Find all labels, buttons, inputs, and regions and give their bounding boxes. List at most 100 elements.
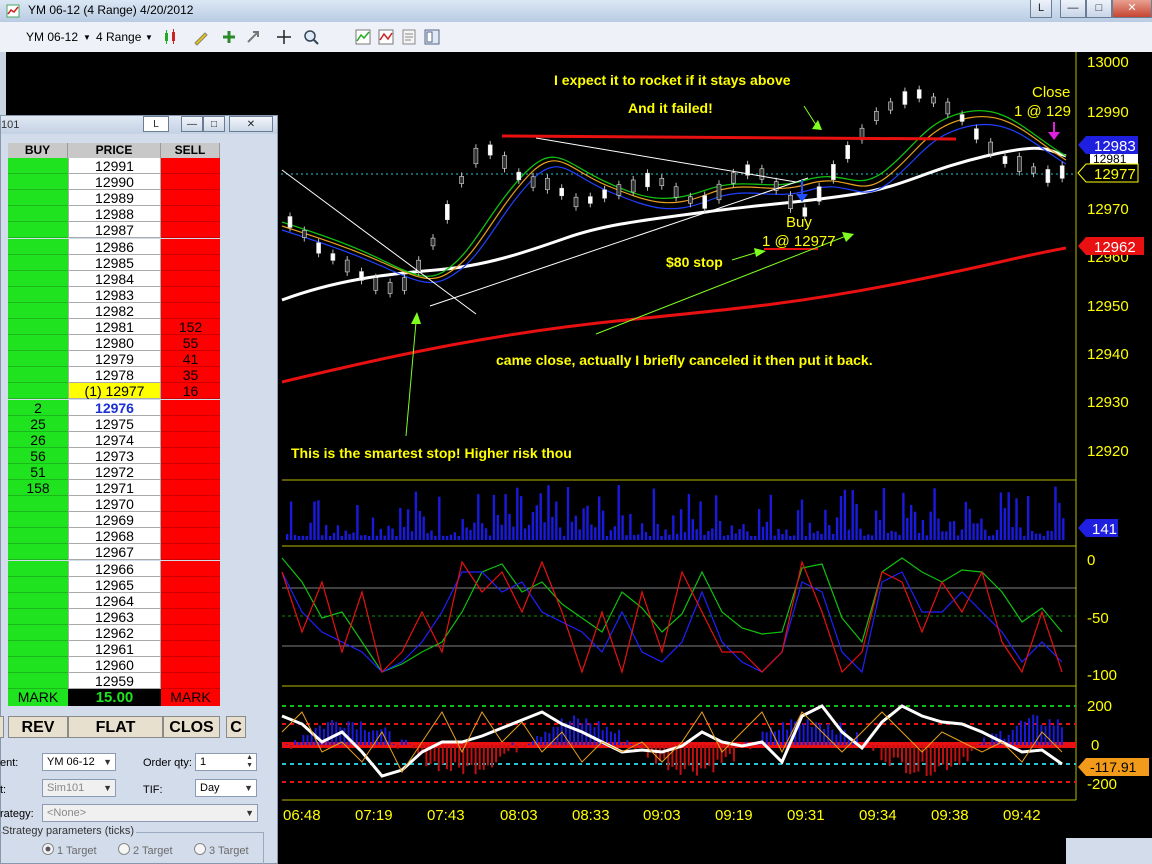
reverse-button[interactable]: REV (8, 716, 68, 738)
sell-mark-button[interactable]: MARK (161, 689, 220, 706)
sell-cell[interactable] (161, 528, 220, 545)
target-1-radio[interactable]: 1 Target (42, 843, 97, 857)
pencil-icon[interactable] (192, 28, 210, 46)
buy-cell[interactable] (8, 641, 68, 657)
tif-select[interactable]: Day ▼ (195, 779, 257, 797)
maximize-button[interactable]: □ (1086, 0, 1112, 18)
sell-cell[interactable] (161, 641, 220, 657)
sell-cell[interactable] (161, 480, 220, 496)
sell-cell[interactable] (161, 624, 220, 641)
buy-cell[interactable] (8, 222, 68, 239)
buy-cell[interactable] (8, 190, 68, 207)
account-select[interactable]: Sim101 ▼ (42, 779, 116, 797)
instrument-selector[interactable]: YM 06-12 (26, 30, 78, 44)
sell-cell[interactable] (161, 560, 220, 577)
buy-cell[interactable]: 51 (8, 463, 68, 480)
sell-cell[interactable] (161, 544, 220, 561)
sell-cell[interactable]: 35 (161, 367, 220, 384)
buy-cell[interactable] (8, 238, 68, 255)
dom-maximize-button[interactable]: □ (203, 116, 225, 132)
buy-cell[interactable] (8, 254, 68, 271)
sell-cell[interactable] (161, 608, 220, 625)
buy-cell[interactable] (8, 657, 68, 674)
dom-minimize-button[interactable]: — (181, 116, 203, 132)
buy-cell[interactable] (8, 608, 68, 625)
target-2-radio[interactable]: 2 Target (118, 843, 173, 857)
buy-cell[interactable] (8, 496, 68, 513)
minimize-button[interactable]: — (1060, 0, 1086, 18)
sell-cell[interactable] (161, 512, 220, 529)
sell-cell[interactable] (161, 415, 220, 432)
strategy-icon[interactable] (377, 28, 395, 46)
cancel-button[interactable]: C (226, 716, 246, 738)
dom-link-button[interactable]: L (143, 116, 169, 132)
instrument-dropdown-icon[interactable]: ▼ (83, 33, 91, 42)
sell-cell[interactable] (161, 592, 220, 609)
buy-cell[interactable]: 26 (8, 431, 68, 448)
sell-cell[interactable] (161, 270, 220, 287)
buy-cell[interactable]: 56 (8, 447, 68, 464)
sell-cell[interactable] (161, 576, 220, 593)
period-dropdown-icon[interactable]: ▼ (145, 33, 153, 42)
sell-cell[interactable] (161, 657, 220, 674)
plus-icon[interactable] (220, 28, 238, 46)
sell-cell[interactable] (161, 238, 220, 255)
buy-cell[interactable] (8, 206, 68, 223)
target-3-radio[interactable]: 3 Target (194, 843, 249, 857)
flatten-button[interactable]: FLAT (68, 716, 163, 738)
buy-cell[interactable] (8, 351, 68, 368)
period-selector[interactable]: 4 Range (96, 30, 141, 44)
buy-cell[interactable] (8, 673, 68, 690)
instrument-select[interactable]: YM 06-12 ▼ (42, 753, 116, 771)
buy-cell[interactable] (8, 624, 68, 641)
edge-button[interactable] (0, 716, 4, 738)
close-position-button[interactable]: CLOS (163, 716, 220, 738)
buy-cell[interactable] (8, 367, 68, 384)
properties-icon[interactable] (400, 28, 418, 46)
close-window-button[interactable]: ✕ (1112, 0, 1152, 18)
sell-cell[interactable] (161, 254, 220, 271)
sell-cell[interactable] (161, 463, 220, 480)
arrow-tool-icon[interactable] (244, 28, 262, 46)
buy-cell[interactable] (8, 158, 68, 174)
buy-cell[interactable] (8, 560, 68, 577)
sell-cell[interactable] (161, 431, 220, 448)
buy-mark-button[interactable]: MARK (8, 689, 68, 706)
sell-cell[interactable]: 16 (161, 383, 220, 400)
crosshair-icon[interactable] (275, 28, 293, 46)
sell-cell[interactable] (161, 286, 220, 303)
buy-cell[interactable]: 2 (8, 399, 68, 416)
buy-cell[interactable] (8, 335, 68, 352)
sell-cell[interactable] (161, 206, 220, 223)
buy-cell[interactable] (8, 528, 68, 545)
stepper-arrows-icon[interactable]: ▲ ▼ (246, 754, 253, 770)
indicator-icon[interactable] (354, 28, 372, 46)
buy-cell[interactable] (8, 270, 68, 287)
sell-cell[interactable] (161, 302, 220, 319)
sell-cell[interactable]: 55 (161, 335, 220, 352)
dom-close-button[interactable]: ✕ (229, 116, 273, 132)
buy-cell[interactable] (8, 544, 68, 561)
sell-cell[interactable]: 41 (161, 351, 220, 368)
buy-cell[interactable] (8, 592, 68, 609)
sell-cell[interactable] (161, 673, 220, 690)
buy-cell[interactable] (8, 576, 68, 593)
candlestick-icon[interactable] (162, 28, 180, 46)
zoom-icon[interactable] (302, 28, 320, 46)
sell-cell[interactable] (161, 496, 220, 513)
sell-cell[interactable] (161, 399, 220, 416)
strategy-select[interactable]: <None> ▼ (42, 804, 258, 822)
buy-cell[interactable] (8, 174, 68, 191)
sell-cell[interactable] (161, 174, 220, 191)
sell-cell[interactable] (161, 158, 220, 174)
buy-cell[interactable] (8, 512, 68, 529)
sell-cell[interactable] (161, 222, 220, 239)
buy-cell[interactable]: 158 (8, 480, 68, 496)
buy-cell[interactable] (8, 286, 68, 303)
data-box-icon[interactable] (423, 28, 441, 46)
buy-cell[interactable]: 25 (8, 415, 68, 432)
sell-cell[interactable] (161, 447, 220, 464)
buy-cell[interactable] (8, 383, 68, 400)
sell-cell[interactable]: 152 (161, 319, 220, 335)
buy-cell[interactable] (8, 302, 68, 319)
